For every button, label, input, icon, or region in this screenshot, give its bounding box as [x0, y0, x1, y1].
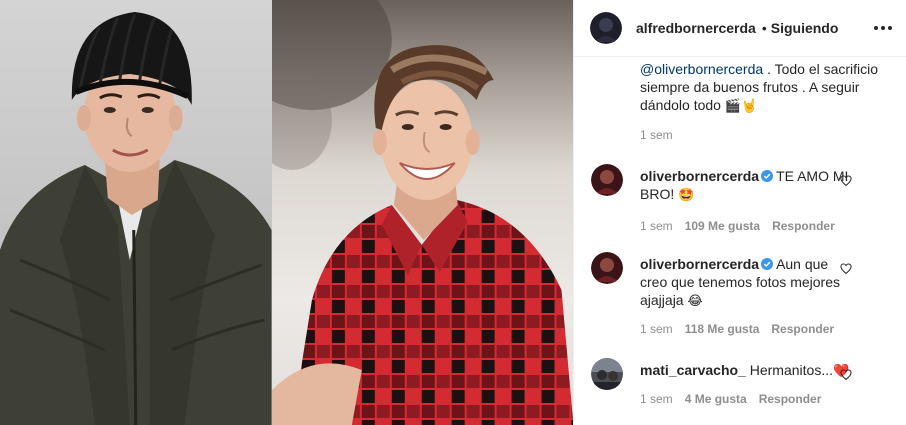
comment-body: oliverbornercerda Aun que creo que tenemo… — [640, 255, 856, 311]
commenter-avatar[interactable] — [591, 252, 623, 284]
like-heart-icon[interactable] — [840, 175, 852, 187]
post-side-panel: alfredbornercerda • Siguiendo @oliverbor… — [574, 0, 906, 425]
comment-likes[interactable]: 109 Me gusta — [685, 219, 760, 233]
more-options-icon[interactable] — [874, 18, 892, 38]
comment-body: mati_carvacho_ Hermanitos...❤️ — [640, 361, 856, 381]
comment-username[interactable]: mati_carvacho_ — [640, 362, 746, 378]
comment-likes[interactable]: 4 Me gusta — [685, 392, 747, 406]
verified-badge-icon — [761, 170, 774, 182]
instagram-post: alfredbornercerda • Siguiendo @oliverbor… — [0, 0, 906, 425]
reply-button[interactable]: Responder — [759, 392, 822, 406]
caption-timestamp[interactable]: 1 sem — [640, 128, 673, 142]
caption-emoji: 🎬🤘 — [724, 99, 758, 114]
like-heart-icon[interactable] — [840, 263, 852, 275]
comment-timestamp[interactable]: 1 sem — [640, 219, 673, 233]
like-heart-icon[interactable] — [840, 369, 852, 381]
post-photo-left — [0, 0, 272, 425]
caption-mention-link[interactable]: @oliverbornercerda — [640, 61, 763, 77]
post-media[interactable] — [0, 0, 574, 425]
following-button[interactable]: Siguiendo — [771, 20, 839, 36]
comments-list[interactable]: @oliverbornercerda . Todo el sacrificio … — [574, 57, 906, 425]
author-avatar[interactable] — [590, 12, 622, 44]
comment-emoji: 🤩 — [678, 188, 695, 203]
comment-text: Hermanitos... — [749, 362, 833, 378]
header-separator: • — [761, 20, 767, 36]
commenter-avatar[interactable] — [591, 164, 623, 196]
reply-button[interactable]: Responder — [771, 322, 834, 336]
portrait-beanie-image — [0, 12, 272, 425]
verified-badge-icon — [761, 258, 774, 270]
comment-body: oliverbornercerda TE AMO MI BRO! 🤩 — [640, 167, 856, 205]
portrait-plaid-image — [271, 0, 573, 425]
comment-emoji: 😂 — [687, 294, 703, 309]
comment-likes[interactable]: 118 Me gusta — [685, 322, 760, 336]
comment-meta: 1 sem 4 Me gusta Responder — [640, 392, 821, 406]
author-username[interactable]: alfredbornercerda — [636, 20, 756, 36]
post-photo-right — [271, 0, 573, 425]
comment-timestamp[interactable]: 1 sem — [640, 322, 673, 336]
comment-meta: 1 sem 109 Me gusta Responder — [640, 219, 835, 233]
comment-username[interactable]: oliverbornercerda — [640, 256, 759, 272]
comment-meta: 1 sem 118 Me gusta Responder — [640, 322, 834, 336]
post-caption: @oliverbornercerda . Todo el sacrificio … — [640, 60, 888, 116]
reply-button[interactable]: Responder — [772, 219, 835, 233]
commenter-avatar[interactable] — [591, 358, 623, 390]
post-header: alfredbornercerda • Siguiendo — [574, 0, 906, 57]
comment-username[interactable]: oliverbornercerda — [640, 168, 759, 184]
comment-timestamp[interactable]: 1 sem — [640, 392, 673, 406]
